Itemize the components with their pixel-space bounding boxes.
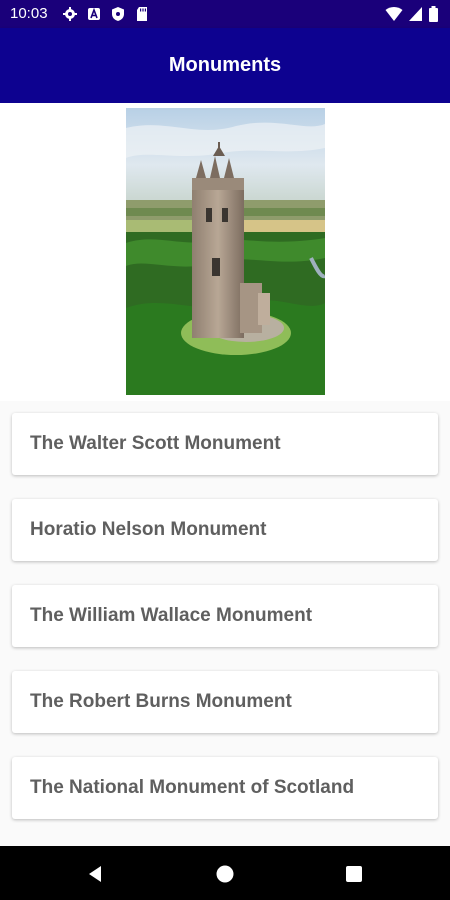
monument-card-national-monument[interactable]: The National Monument of Scotland: [12, 757, 438, 819]
monument-photo: [126, 108, 325, 395]
recents-icon[interactable]: [343, 863, 365, 885]
status-bar: 10:03: [0, 0, 450, 28]
monument-card-horatio-nelson[interactable]: Horatio Nelson Monument: [12, 499, 438, 561]
wifi-icon: [385, 7, 403, 21]
monument-card-label: The National Monument of Scotland: [30, 777, 355, 798]
a-notification-icon: [88, 7, 100, 20]
monument-card-william-wallace[interactable]: The William Wallace Monument: [12, 585, 438, 647]
signal-icon: [409, 7, 422, 21]
monument-list: The Walter Scott Monument Horatio Nelson…: [0, 401, 450, 846]
back-icon[interactable]: [84, 863, 106, 885]
page-title: Monuments: [168, 54, 282, 76]
app-bar: Monuments: [0, 28, 450, 103]
status-system-icons: [385, 6, 438, 22]
sd-card-icon: [137, 7, 147, 21]
battery-icon: [429, 6, 438, 22]
monument-card-robert-burns[interactable]: The Robert Burns Monument: [12, 671, 438, 733]
hero-section: [0, 103, 450, 402]
status-notification-icons: [62, 6, 150, 22]
monument-card-walter-scott[interactable]: The Walter Scott Monument: [12, 413, 438, 475]
system-navigation-bar: [0, 846, 450, 900]
monument-card-label: The William Wallace Monument: [30, 605, 313, 626]
gear-icon: [63, 7, 77, 21]
monument-card-label: The Walter Scott Monument: [30, 433, 281, 454]
monument-card-label: The Robert Burns Monument: [30, 691, 292, 712]
shield-icon: [112, 7, 124, 21]
home-icon[interactable]: [214, 863, 236, 885]
status-time: 10:03: [10, 5, 48, 22]
monument-card-label: Horatio Nelson Monument: [30, 519, 267, 540]
